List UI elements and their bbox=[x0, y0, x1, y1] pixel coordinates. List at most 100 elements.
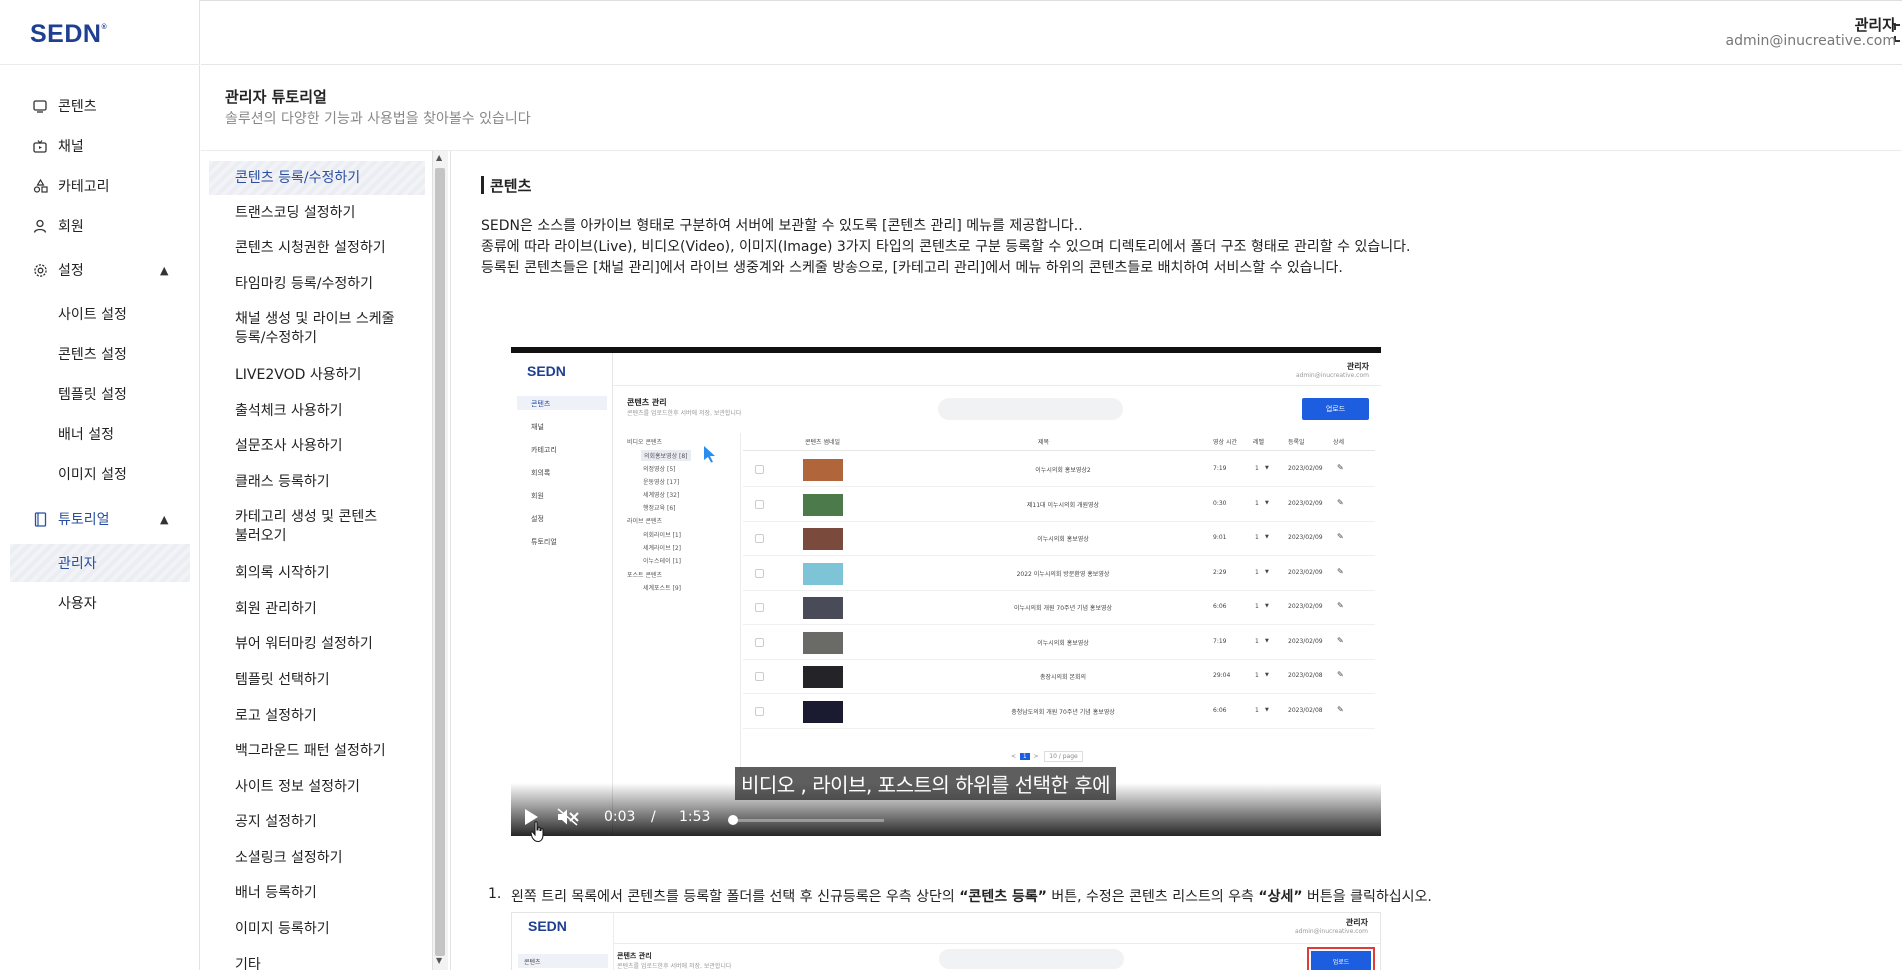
scroll-up-icon[interactable]: ▲ bbox=[436, 153, 442, 162]
row-thumbnail bbox=[803, 493, 843, 516]
tutorial-item[interactable]: 회의록 시작하기 bbox=[235, 564, 435, 583]
edit-icon: ✎ bbox=[1337, 532, 1344, 541]
hand-cursor-icon bbox=[530, 821, 544, 843]
video-nav-item: 회원 bbox=[531, 492, 544, 500]
tutorial-item[interactable]: 템플릿 선택하기 bbox=[235, 671, 435, 690]
tutorial-item[interactable]: 트랜스코딩 설정하기 bbox=[235, 204, 435, 223]
tutorial-item[interactable]: 클래스 등록하기 bbox=[235, 473, 435, 492]
sidebar-sub-content-settings[interactable]: 콘텐츠 설정 bbox=[58, 343, 127, 365]
sidebar-item-category[interactable]: 카테고리 bbox=[32, 174, 110, 198]
sidebar-item-member[interactable]: 회원 bbox=[32, 214, 84, 238]
row-title: 제11대 이누시의회 개원영상 bbox=[1026, 501, 1100, 509]
video-admin: 관리자 bbox=[1346, 362, 1369, 371]
edit-icon: ✎ bbox=[1337, 463, 1344, 472]
video-table-row: 2022 이누시의회 방문환영 홍보영상 2:29 1 2023/02/09 ▼ ✎ bbox=[743, 557, 1375, 591]
video-page-title: 콘텐츠 관리 bbox=[627, 398, 667, 407]
chevron-up-icon[interactable]: ▲ bbox=[160, 264, 168, 277]
video-table-row: 이누시의회 홍보영상2 7:19 1 2023/02/09 ▼ ✎ bbox=[743, 453, 1375, 487]
tutorial-item[interactable]: 설문조사 사용하기 bbox=[235, 437, 435, 456]
row-date: 2023/02/09 bbox=[1288, 499, 1323, 507]
video-seek-bar[interactable] bbox=[729, 819, 884, 822]
column-header: 영상 시간 bbox=[1213, 439, 1237, 446]
video-table-row: 이누시의회 홍보영상 7:19 1 2023/02/09 ▼ ✎ bbox=[743, 626, 1375, 660]
paragraph: SEDN은 소스를 아카이브 형태로 구분하여 서버에 보관할 수 있도록 [콘… bbox=[481, 218, 1083, 234]
tutorial-screenshot: SEDN 콘텐츠 관리자 admin@inucreative.com 콘텐츠 관… bbox=[511, 912, 1381, 970]
tutorial-item[interactable]: 콘텐츠 시청권한 설정하기 bbox=[235, 239, 435, 258]
scroll-down-icon[interactable]: ▼ bbox=[436, 956, 442, 965]
video-seek-handle[interactable] bbox=[728, 815, 738, 825]
sidebar-sub-template-settings[interactable]: 템플릿 설정 bbox=[58, 383, 127, 405]
tutorial-item[interactable]: 카테고리 생성 및 콘텐츠 불러오기 bbox=[235, 508, 385, 546]
monitor-icon bbox=[32, 98, 48, 114]
sidebar-sub-admin[interactable]: 관리자 bbox=[58, 552, 97, 574]
row-checkbox bbox=[755, 534, 764, 543]
sidebar-sub-user[interactable]: 사용자 bbox=[58, 592, 97, 614]
sidebar-item-label: 회원 bbox=[58, 219, 84, 235]
row-checkbox bbox=[755, 603, 764, 612]
active-highlight bbox=[10, 544, 190, 582]
tree-item: 세계영상 [32] bbox=[643, 492, 680, 499]
row-level: 1 bbox=[1255, 672, 1259, 679]
dropdown-icon: ▼ bbox=[1265, 465, 1269, 471]
row-date: 2023/02/08 bbox=[1288, 706, 1323, 714]
dropdown-icon: ▼ bbox=[1265, 568, 1269, 575]
video-player[interactable]: SEDN 콘텐츠 채널 카테고리 회의록 회원 설정 튜토리얼 관리자 admi… bbox=[511, 347, 1381, 836]
tutorial-item[interactable]: 타임마킹 등록/수정하기 bbox=[235, 275, 435, 294]
tutorial-item[interactable]: 뷰어 워터마킹 설정하기 bbox=[235, 635, 435, 654]
logo[interactable]: SEDN® bbox=[30, 20, 107, 49]
screenshot-admin-email: admin@inucreative.com bbox=[1294, 928, 1368, 935]
edit-icon: ✎ bbox=[1337, 704, 1344, 714]
tutorial-item[interactable]: 출석체크 사용하기 bbox=[235, 402, 435, 421]
gear-icon bbox=[32, 262, 48, 278]
row-thumbnail bbox=[803, 631, 843, 654]
video-frame: SEDN 콘텐츠 채널 카테고리 회의록 회원 설정 튜토리얼 관리자 admi… bbox=[511, 353, 1381, 836]
sidebar-item-tutorial[interactable]: 튜토리얼 bbox=[32, 507, 110, 531]
tutorial-item[interactable]: 이미지 등록하기 bbox=[235, 920, 435, 939]
sidebar-sub-image-settings[interactable]: 이미지 설정 bbox=[58, 463, 127, 485]
video-nav-item: 카테고리 bbox=[531, 446, 557, 454]
sidebar-sub-site-settings[interactable]: 사이트 설정 bbox=[58, 303, 127, 325]
step-number: 1. bbox=[488, 886, 502, 902]
tree-item: 이누스테이 [1] bbox=[643, 558, 682, 565]
sidebar-item-content[interactable]: 콘텐츠 bbox=[32, 94, 97, 118]
header: 관리자 admin@inucreative.com bbox=[201, 0, 1902, 65]
video-nav-item: 채널 bbox=[531, 423, 544, 431]
tutorial-list: 콘텐츠 등록/수정하기 트랜스코딩 설정하기 콘텐츠 시청권한 설정하기 타임마… bbox=[201, 151, 451, 970]
user-name[interactable]: 관리자 bbox=[1855, 14, 1896, 35]
logo: SEDN bbox=[528, 918, 567, 934]
tutorial-item[interactable]: 백그라운드 패턴 설정하기 bbox=[235, 742, 435, 761]
video-pagination: < 1 > 10 / page bbox=[1011, 751, 1083, 762]
tree-item: 행정교육 [6] bbox=[643, 505, 676, 512]
tutorial-item[interactable]: 소셜링크 설정하기 bbox=[235, 849, 435, 868]
tutorial-item[interactable]: 콘텐츠 등록/수정하기 bbox=[235, 169, 435, 188]
edit-icon: ✎ bbox=[1337, 670, 1344, 679]
sidebar-item-settings[interactable]: 설정 bbox=[32, 258, 84, 282]
video-upload-button: 업로드 bbox=[1302, 398, 1369, 420]
tutorial-item[interactable]: LIVE2VOD 사용하기 bbox=[235, 366, 435, 385]
tutorial-item[interactable]: 채널 생성 및 라이브 스케줄 등록/수정하기 bbox=[235, 310, 400, 348]
video-sidebar: SEDN 콘텐츠 채널 카테고리 회의록 회원 설정 튜토리얼 bbox=[511, 353, 613, 836]
dropdown-icon: ▼ bbox=[1265, 637, 1269, 644]
mute-icon[interactable] bbox=[557, 808, 579, 826]
pointer-icon bbox=[704, 446, 715, 463]
column-header: 레벨 bbox=[1253, 439, 1265, 446]
video-table-header: 콘텐츠 썸네일 제목 영상 시간 레벨 등록일 상세 bbox=[743, 431, 1375, 451]
tutorial-item[interactable]: 사이트 정보 설정하기 bbox=[235, 778, 435, 797]
row-time: 9:01 bbox=[1213, 534, 1227, 541]
video-nav-item: 회의록 bbox=[531, 469, 551, 477]
tutorial-item[interactable]: 기타 bbox=[235, 956, 435, 970]
video-nav-item: 설정 bbox=[531, 515, 544, 523]
tutorial-item[interactable]: 배너 등록하기 bbox=[235, 884, 435, 903]
tree-item: 의회홍보영상 [8] bbox=[641, 450, 691, 461]
video-nav-item: 튜토리얼 bbox=[531, 538, 557, 546]
chevron-up-icon[interactable]: ▲ bbox=[160, 513, 168, 526]
tutorial-item[interactable]: 로고 설정하기 bbox=[235, 707, 435, 726]
tutorial-item[interactable]: 회원 관리하기 bbox=[235, 600, 435, 619]
tutorial-item[interactable]: 공지 설정하기 bbox=[235, 813, 435, 832]
video-current-time: 0:03 bbox=[604, 809, 636, 825]
edit-icon: ✎ bbox=[1337, 601, 1344, 610]
row-time: 6:06 bbox=[1213, 706, 1227, 714]
scrollbar-thumb[interactable] bbox=[435, 168, 445, 956]
sidebar-item-channel[interactable]: 채널 bbox=[32, 134, 84, 158]
sidebar-sub-banner-settings[interactable]: 배너 설정 bbox=[58, 423, 114, 445]
